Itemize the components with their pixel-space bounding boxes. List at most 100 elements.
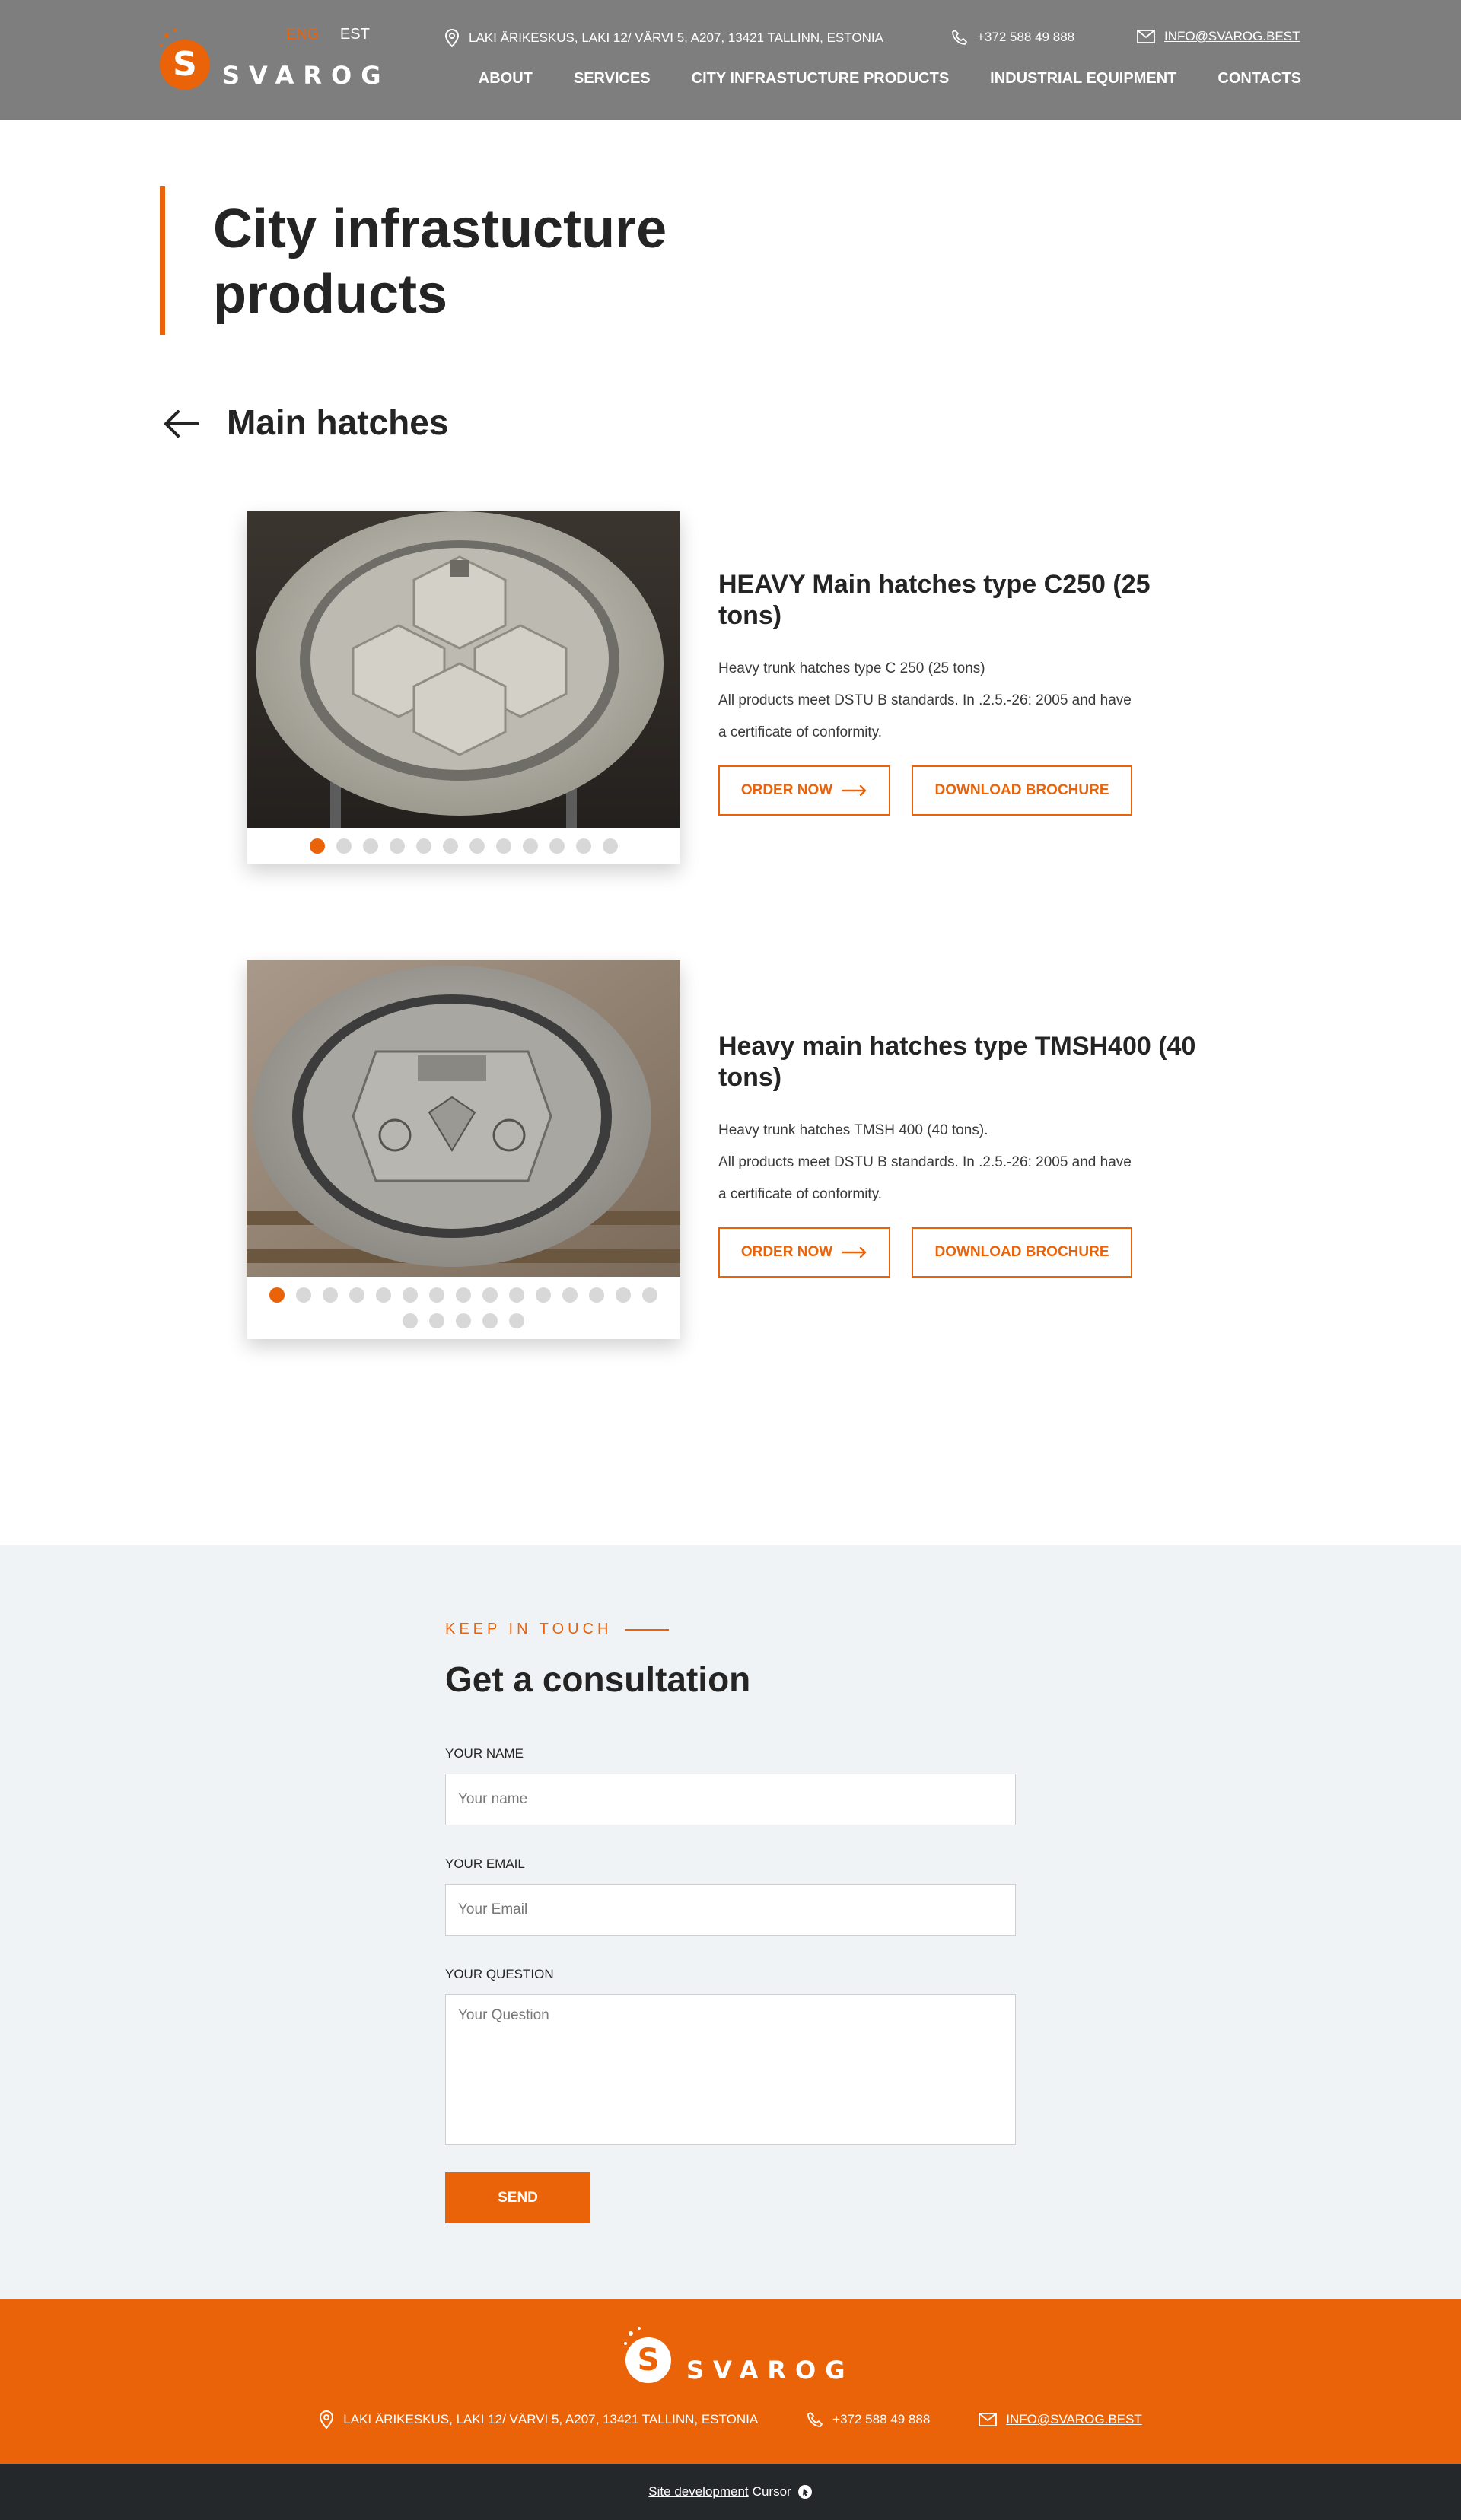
name-label: YOUR NAME: [445, 1746, 524, 1761]
header-email[interactable]: INFO@SVAROG.BEST: [1137, 29, 1300, 44]
site-development-link[interactable]: Site development: [648, 2484, 748, 2499]
carousel-dot[interactable]: [429, 1313, 444, 1328]
order-now-button[interactable]: ORDER NOW: [718, 1227, 890, 1278]
arrow-left-icon[interactable]: [161, 407, 201, 441]
product-description: Heavy trunk hatches TMSH 400 (40 tons). …: [718, 1115, 1205, 1211]
carousel-dot[interactable]: [616, 1287, 631, 1303]
product-photo-tmsh400[interactable]: [247, 960, 680, 1277]
carousel-dot[interactable]: [456, 1287, 471, 1303]
language-switcher: ENG EST: [286, 26, 387, 43]
product-description-line: a certificate of conformity.: [718, 1186, 883, 1202]
footer-phone[interactable]: +372 588 49 888: [807, 2410, 930, 2429]
carousel-dot[interactable]: [376, 1287, 391, 1303]
order-now-button[interactable]: ORDER NOW: [718, 765, 890, 816]
carousel-dot[interactable]: [429, 1287, 444, 1303]
product-actions: ORDER NOW DOWNLOAD BROCHURE: [718, 1227, 1205, 1278]
footer-logo-text: SVAROG: [686, 2356, 855, 2385]
carousel-dot[interactable]: [522, 838, 538, 854]
carousel-dot[interactable]: [456, 1313, 471, 1328]
developer-name: Cursor: [752, 2484, 791, 2499]
carousel-dot[interactable]: [403, 1287, 418, 1303]
consultation-section: KEEP IN TOUCH Get a consultation YOUR NA…: [0, 1545, 1461, 2299]
header-phone-text[interactable]: +372 588 49 888: [977, 30, 1074, 45]
site-footer: SVAROG LAKI ÄRIKESKUS, LAKI 12/ VÄRVI 5,…: [0, 2299, 1461, 2464]
carousel-dots: [247, 828, 680, 864]
header-address: LAKI ÄRIKESKUS, LAKI 12/ VÄRVI 5, A207, …: [444, 29, 883, 47]
carousel-dot[interactable]: [482, 1313, 498, 1328]
name-input[interactable]: [445, 1774, 1016, 1825]
download-brochure-label: DOWNLOAD BROCHURE: [934, 1244, 1109, 1260]
logo-spark-icon: [638, 2327, 641, 2330]
product-description-line: Heavy trunk hatches type C 250 (25 tons): [718, 660, 985, 676]
carousel-dot[interactable]: [549, 838, 565, 854]
phone-icon: [952, 30, 967, 45]
carousel-dot[interactable]: [562, 1287, 578, 1303]
carousel-dot[interactable]: [509, 1313, 524, 1328]
email-input[interactable]: [445, 1884, 1016, 1936]
header-phone[interactable]: +372 588 49 888: [951, 29, 1074, 46]
footer-contacts: LAKI ÄRIKESKUS, LAKI 12/ VÄRVI 5, A207, …: [0, 2410, 1461, 2429]
cursor-logo-icon: [797, 2485, 812, 2499]
carousel-dot[interactable]: [309, 838, 325, 854]
footer-address-text: LAKI ÄRIKESKUS, LAKI 12/ VÄRVI 5, A207, …: [343, 2412, 759, 2426]
send-button[interactable]: SEND: [445, 2172, 590, 2223]
carousel-dot[interactable]: [469, 838, 485, 854]
carousel-dot[interactable]: [269, 1287, 285, 1303]
nav-contacts[interactable]: CONTACTS: [1218, 70, 1301, 88]
lang-eng[interactable]: ENG: [286, 26, 319, 43]
carousel-dot[interactable]: [323, 1287, 338, 1303]
product-title: HEAVY Main hatches type C250 (25 tons): [718, 570, 1151, 630]
carousel-dot[interactable]: [296, 1287, 311, 1303]
logo-text: SVAROG: [222, 61, 390, 90]
carousel-dot[interactable]: [362, 838, 378, 854]
product-info-tmsh400: Heavy main hatches type TMSH400 (40 tons…: [718, 1031, 1205, 1278]
product-card-tmsh400: [247, 960, 680, 1339]
footer-email[interactable]: INFO@SVAROG.BEST: [979, 2410, 1142, 2429]
carousel-dot[interactable]: [389, 838, 405, 854]
download-brochure-button[interactable]: DOWNLOAD BROCHURE: [912, 1227, 1132, 1278]
download-brochure-button[interactable]: DOWNLOAD BROCHURE: [912, 765, 1132, 816]
nav-about[interactable]: ABOUT: [479, 70, 533, 88]
footer-logo[interactable]: SVAROG: [624, 2327, 845, 2391]
product-photo-c250[interactable]: [247, 511, 680, 828]
carousel-dot[interactable]: [642, 1287, 657, 1303]
main-nav: ABOUT SERVICES CITY INFRASTUCTURE PRODUC…: [438, 70, 1301, 88]
carousel-dot[interactable]: [442, 838, 458, 854]
site-header: SVAROG ENG EST LAKI ÄRIKESKUS, LAKI 12/ …: [0, 0, 1461, 120]
product-actions: ORDER NOW DOWNLOAD BROCHURE: [718, 765, 1205, 816]
carousel-dot[interactable]: [495, 838, 511, 854]
email-label: YOUR EMAIL: [445, 1857, 525, 1871]
arrow-right-icon: [842, 785, 867, 796]
question-textarea[interactable]: [445, 1994, 1016, 2145]
product-description-line: a certificate of conformity.: [718, 724, 883, 740]
location-pin-icon: [320, 2410, 334, 2429]
nav-city-infrastructure-products[interactable]: CITY INFRASTUCTURE PRODUCTS: [692, 70, 950, 88]
logo-mark-icon: [625, 2337, 671, 2383]
nav-services[interactable]: SERVICES: [574, 70, 651, 88]
consultation-kicker-text: KEEP IN TOUCH: [445, 1621, 613, 1637]
footer-email-link[interactable]: INFO@SVAROG.BEST: [1006, 2412, 1141, 2427]
nav-industrial-equipment[interactable]: INDUSTRIAL EQUIPMENT: [990, 70, 1176, 88]
hatch-tmsh400-image: [247, 960, 680, 1277]
order-now-label: ORDER NOW: [740, 782, 833, 798]
footer-address: LAKI ÄRIKESKUS, LAKI 12/ VÄRVI 5, A207, …: [319, 2410, 758, 2429]
lang-est[interactable]: EST: [340, 26, 370, 43]
carousel-dot[interactable]: [415, 838, 431, 854]
carousel-dot[interactable]: [349, 1287, 364, 1303]
carousel-dot[interactable]: [589, 1287, 604, 1303]
header-email-link[interactable]: INFO@SVAROG.BEST: [1164, 29, 1300, 44]
product-description: Heavy trunk hatches type C 250 (25 tons)…: [718, 653, 1205, 749]
carousel-dot[interactable]: [509, 1287, 524, 1303]
carousel-dot[interactable]: [403, 1313, 418, 1328]
page-title: City infrastucture products: [213, 199, 667, 325]
logo-spark-icon: [164, 33, 169, 38]
carousel-dot[interactable]: [482, 1287, 498, 1303]
footer-phone-text[interactable]: +372 588 49 888: [832, 2412, 930, 2427]
carousel-dot[interactable]: [575, 838, 591, 854]
carousel-dot[interactable]: [536, 1287, 551, 1303]
logo-mark-icon: [160, 40, 210, 90]
mail-icon: [1137, 30, 1155, 43]
carousel-dot[interactable]: [602, 838, 618, 854]
header-address-text: LAKI ÄRIKESKUS, LAKI 12/ VÄRVI 5, A207, …: [469, 30, 883, 45]
carousel-dot[interactable]: [336, 838, 352, 854]
